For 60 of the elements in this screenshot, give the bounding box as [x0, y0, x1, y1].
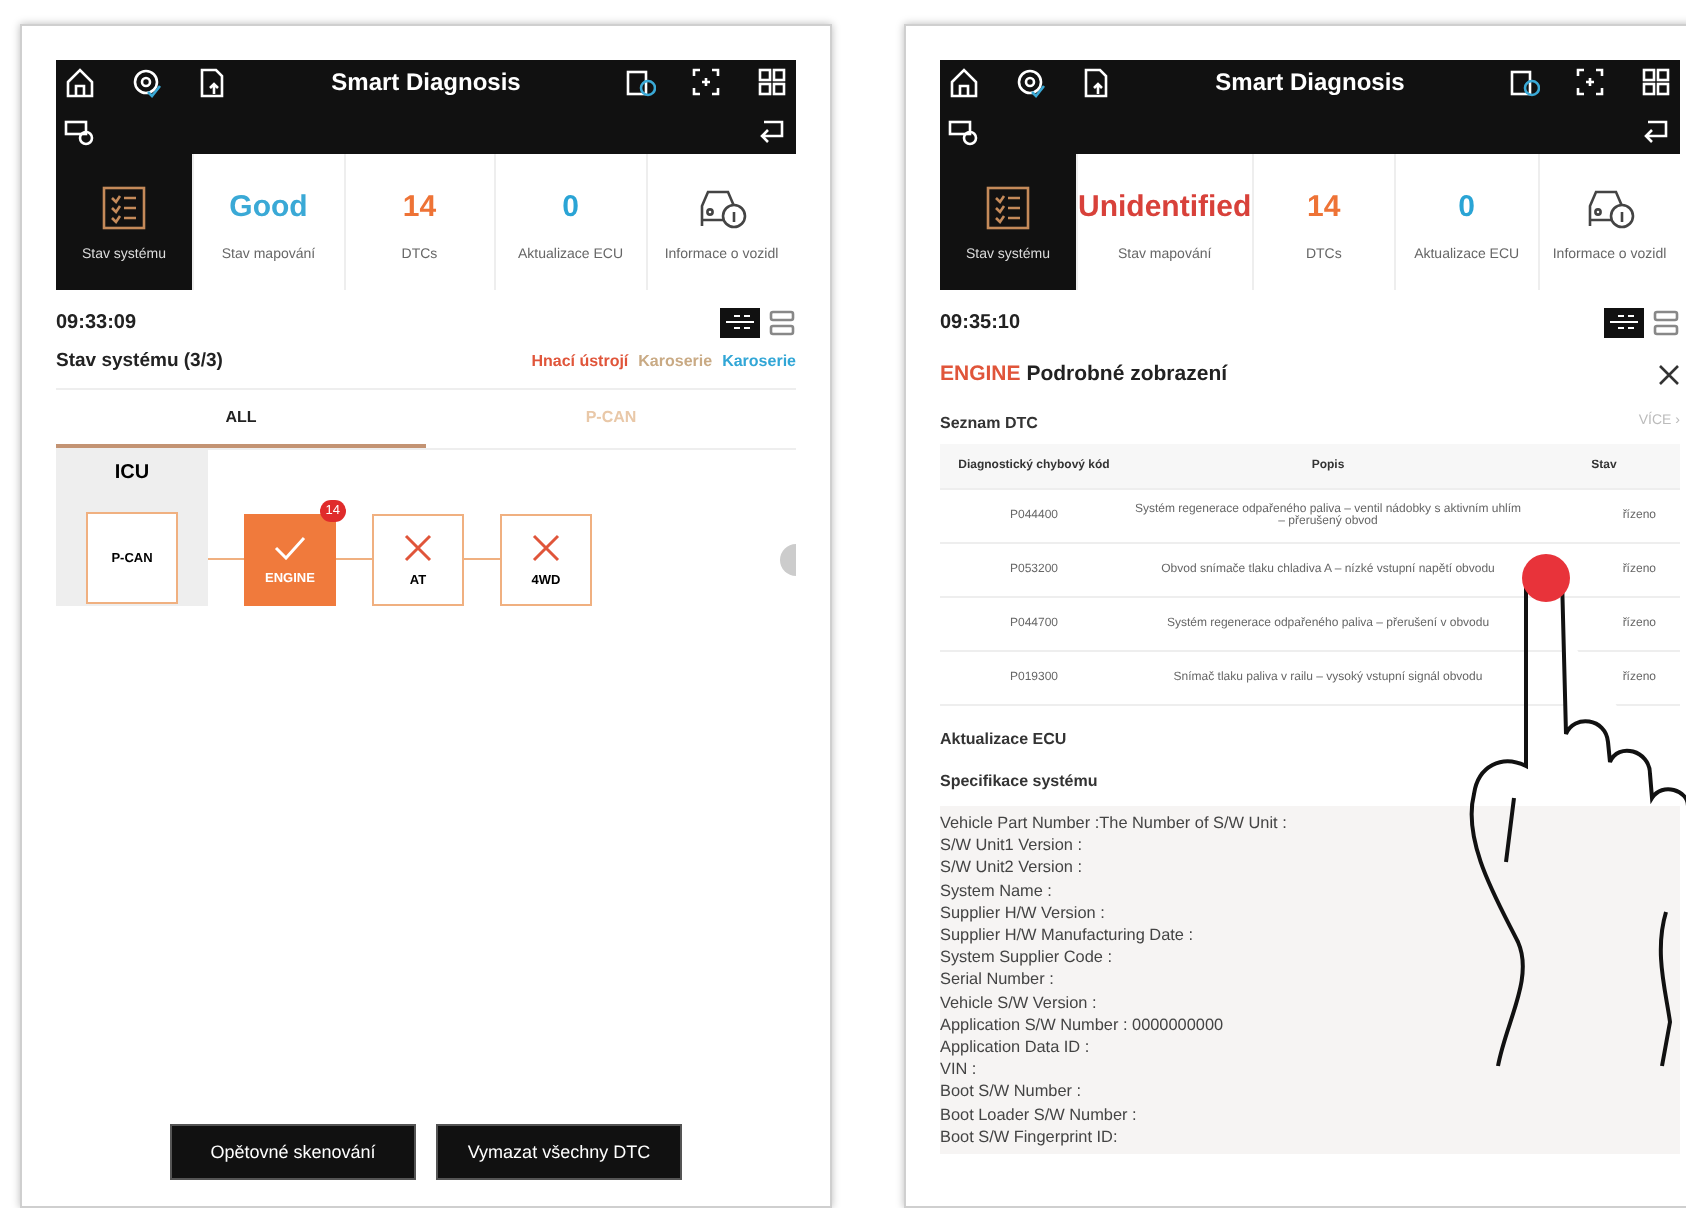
gateway-label: ICU: [114, 462, 150, 484]
list-view-icon[interactable]: [1652, 308, 1680, 338]
spec-line: Serial Number :: [940, 968, 1056, 992]
grid-icon[interactable]: [1639, 66, 1672, 98]
action-button[interactable]: Opětovné skenování: [170, 1124, 416, 1180]
connector-line: [464, 558, 500, 560]
action-button[interactable]: Vymazat všechny DTC: [436, 1124, 682, 1180]
spec-line: System Name :: [940, 879, 1054, 902]
spec-line: S/W Unit2 Version :: [940, 856, 1084, 880]
spec-line: Vehicle Part Number :The Number of S/W Unit :: [940, 812, 1289, 835]
gear-check-icon[interactable]: [130, 66, 162, 98]
topology-view-icon[interactable]: [1604, 308, 1644, 338]
list-view-icon[interactable]: [768, 308, 796, 338]
section-heading: Specifikace systému: [940, 772, 1100, 790]
category-label[interactable]: Hnací ústrojí: [531, 352, 629, 370]
car-info-icon: [695, 185, 748, 229]
spec-line: S/W Unit1 Version :: [940, 834, 1084, 857]
status-value: Good: [229, 190, 308, 224]
app-title: Smart Diagnosis: [1215, 68, 1405, 96]
car-info-icon: [1583, 185, 1636, 229]
side-handle[interactable]: [780, 544, 796, 576]
scan-time: 09:35:10: [940, 312, 1021, 334]
close-icon[interactable]: [1658, 363, 1680, 385]
spec-line: System Supplier Code :: [940, 946, 1115, 969]
scan-frame-icon[interactable]: [1573, 66, 1606, 98]
spec-line: Vehicle S/W Version :: [940, 991, 1099, 1014]
cross-icon: [404, 533, 432, 561]
document-export-icon[interactable]: [1080, 66, 1112, 98]
checklist-icon: [102, 185, 146, 229]
panel-title: ENGINE Podrobné zobrazení: [940, 362, 1228, 386]
spec-line: VIN :: [940, 1058, 979, 1081]
home-icon[interactable]: [948, 66, 980, 98]
topology-view-icon[interactable]: [720, 308, 760, 338]
checklist-icon: [986, 185, 1030, 229]
spec-line: Supplier H/W Version :: [940, 901, 1107, 925]
section-heading: Aktualizace ECU: [940, 730, 1069, 748]
status-value: 14: [402, 190, 437, 224]
status-value: Unidentified: [1078, 190, 1252, 224]
grid-icon[interactable]: [755, 66, 788, 98]
gear-check-icon[interactable]: [1014, 66, 1046, 98]
status-value: 0: [562, 190, 579, 224]
spec-line: Boot Loader S/W Number :: [940, 1103, 1139, 1126]
document-export-icon[interactable]: [196, 66, 228, 98]
spec-line: Boot S/W Fingerprint ID:: [940, 1125, 1120, 1149]
spec-line: Application Data ID :: [940, 1036, 1092, 1059]
spec-line: Application S/W Number : 0000000000: [940, 1013, 1226, 1037]
app-title: Smart Diagnosis: [331, 68, 521, 96]
scan-time: 09:33:09: [56, 312, 137, 334]
home-icon[interactable]: [64, 66, 96, 98]
section-title: Stav systému (3/3): [56, 350, 223, 372]
status-value: 14: [1307, 190, 1341, 224]
cross-icon: [532, 533, 560, 561]
check-icon: [274, 535, 306, 559]
section-heading: Seznam DTC: [940, 414, 1038, 432]
scan-frame-icon[interactable]: [689, 66, 722, 98]
connector-line: [336, 558, 372, 560]
status-value: 0: [1458, 190, 1475, 224]
spec-line: Boot S/W Number :: [940, 1080, 1084, 1104]
spec-line: Supplier H/W Manufacturing Date :: [940, 924, 1196, 947]
connector-line: [208, 558, 244, 560]
